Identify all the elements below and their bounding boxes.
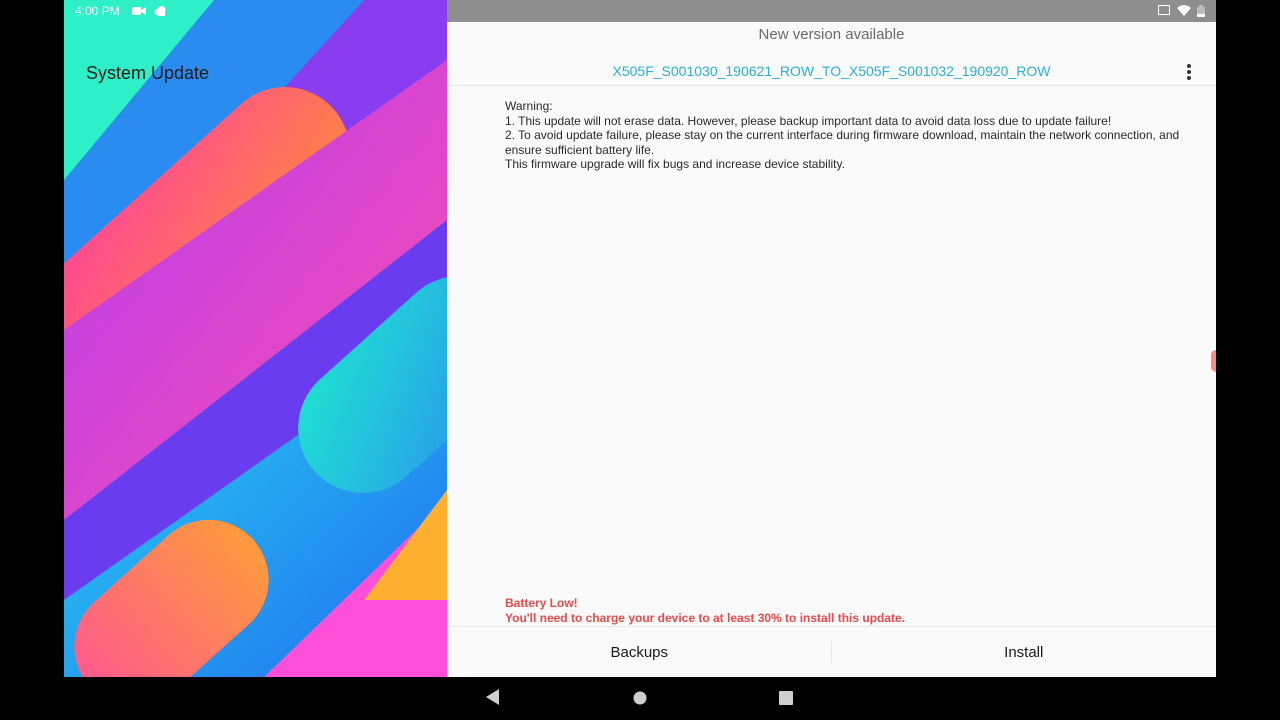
battery-low-warning: Battery Low! You'll need to charge your … xyxy=(505,596,1195,625)
new-version-heading: New version available xyxy=(758,26,905,43)
warning-line: This firmware upgrade will fix bugs and … xyxy=(505,157,845,171)
version-name: X505F_S001030_190621_ROW_TO_X505F_S00103… xyxy=(612,63,1051,79)
navigation-bar xyxy=(0,677,1280,720)
overflow-menu-icon[interactable] xyxy=(1180,62,1198,82)
battery-low-title: Battery Low! xyxy=(505,596,578,610)
back-icon[interactable] xyxy=(486,689,500,705)
video-camera-icon xyxy=(132,7,146,15)
update-details-panel: New version available X505F_S001030_1906… xyxy=(447,22,1216,677)
status-bar-background xyxy=(447,0,1216,22)
home-icon[interactable] xyxy=(633,691,647,705)
warning-line: 2. To avoid update failure, please stay … xyxy=(505,128,1180,157)
status-bar: 4:00 PM xyxy=(64,0,1216,22)
status-time: 4:00 PM xyxy=(75,4,120,18)
header-divider xyxy=(447,85,1216,86)
screen: System Update 4:00 PM New version availa… xyxy=(64,0,1216,677)
wifi-icon xyxy=(1177,5,1191,16)
battery-icon xyxy=(1197,5,1205,17)
battery-low-message: You'll need to charge your device to at … xyxy=(505,610,906,625)
recents-icon[interactable] xyxy=(779,691,793,705)
button-separator xyxy=(831,641,832,663)
cast-icon xyxy=(1158,5,1170,15)
menu-dot xyxy=(1187,76,1191,80)
floating-edge-handle[interactable] xyxy=(1211,350,1216,372)
wallpaper-art xyxy=(64,0,447,677)
warning-line: Warning: xyxy=(505,99,553,113)
app-title: System Update xyxy=(86,63,210,83)
warning-line: 1. This update will not erase data. Howe… xyxy=(505,113,1112,128)
backups-button[interactable]: Backups xyxy=(447,627,832,677)
menu-dot xyxy=(1187,64,1191,68)
warning-text: Warning: 1. This update will not erase d… xyxy=(505,99,1195,172)
install-button[interactable]: Install xyxy=(832,627,1217,677)
wallpaper-panel: System Update xyxy=(64,0,447,677)
menu-dot xyxy=(1187,70,1191,74)
cloud-icon xyxy=(154,6,166,16)
